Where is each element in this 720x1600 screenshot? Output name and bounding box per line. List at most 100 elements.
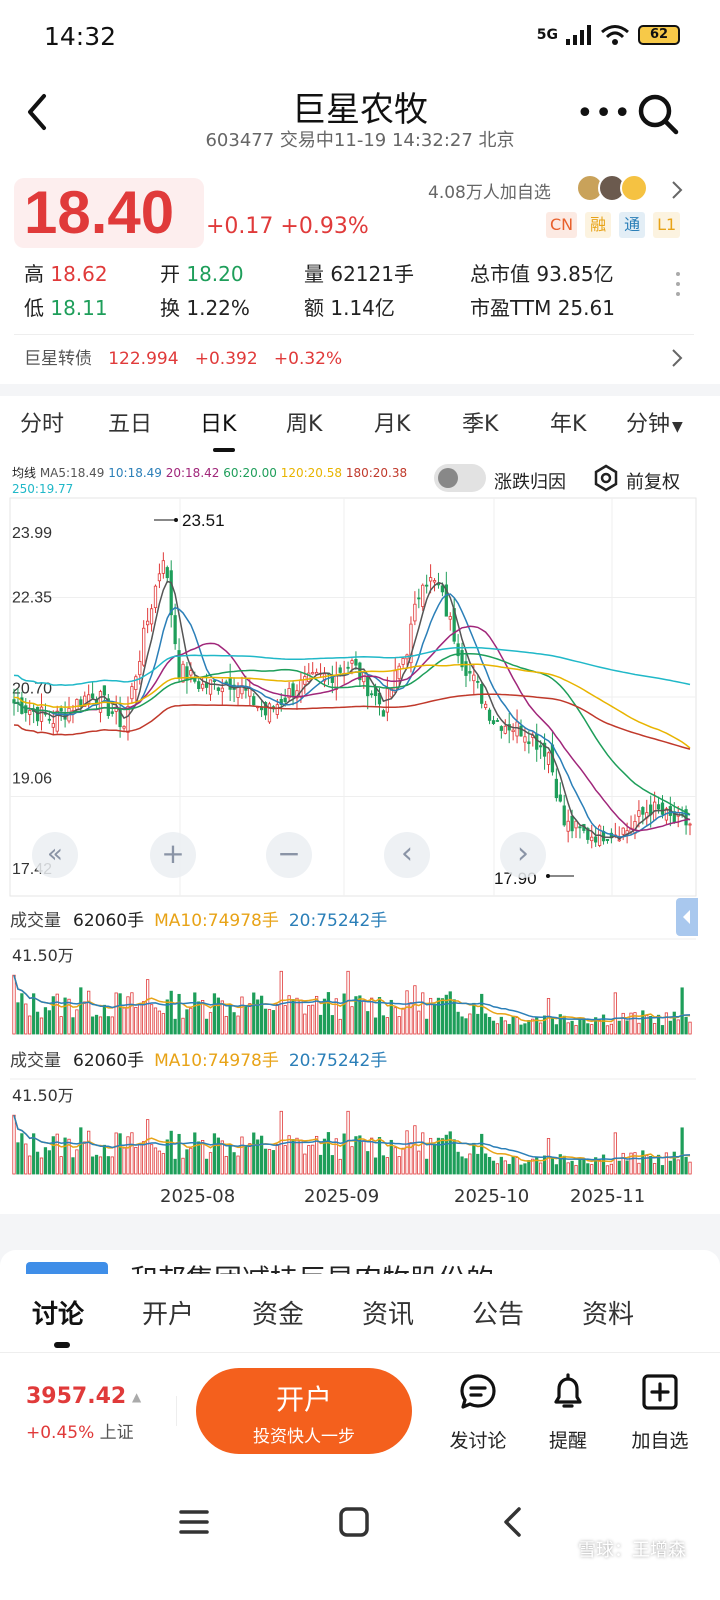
volume-bar — [468, 1153, 472, 1175]
volume-bar — [590, 1024, 594, 1035]
candle-body — [212, 680, 217, 682]
market-badge[interactable]: CN — [546, 212, 578, 238]
candle-body — [594, 836, 598, 843]
followers-count[interactable]: 4.08万人加自选 — [428, 178, 551, 203]
tab-news[interactable]: 资讯 — [362, 1294, 414, 1331]
volume-bar — [39, 1157, 44, 1175]
tab-announcements[interactable]: 公告 — [472, 1294, 524, 1331]
chevron-right-icon[interactable] — [670, 180, 684, 200]
tab-yearly-k[interactable]: 年K — [550, 406, 586, 438]
market-badges: CN 融通 L1 — [546, 212, 681, 238]
volume-bar — [130, 1132, 134, 1175]
open-account-sublabel: 投资快人一步 — [253, 1427, 355, 1447]
add-watch-icon — [642, 1374, 678, 1410]
bond-change: +0.392 — [194, 349, 258, 369]
zoom-out-button[interactable]: − — [266, 832, 312, 878]
volume-bar — [574, 1025, 578, 1035]
alert-button[interactable]: 提醒 — [528, 1372, 608, 1453]
volume-bar — [605, 1025, 610, 1035]
volume-chart — [10, 938, 696, 1035]
candle-body — [181, 663, 185, 683]
stat-value: 18.62 — [50, 262, 108, 286]
volume-bar — [507, 1023, 511, 1035]
follower-avatars[interactable] — [576, 174, 648, 202]
candle-body — [47, 718, 51, 721]
price-change: +0.17 +0.93% — [206, 214, 369, 239]
prev-button[interactable]: ‹ — [384, 832, 430, 878]
tab-daily-k[interactable]: 日K — [200, 406, 236, 438]
volume-bar — [495, 1163, 500, 1175]
volume-bar — [20, 993, 24, 1035]
post-discussion-button[interactable]: 发讨论 — [438, 1372, 518, 1453]
volume-bar — [55, 1133, 59, 1175]
side-expand-tab[interactable] — [676, 898, 698, 936]
volume-bar — [185, 1149, 189, 1175]
menu-icon[interactable] — [178, 1508, 210, 1536]
stats-expand-handle[interactable] — [676, 272, 682, 304]
rewind-button[interactable]: « — [32, 832, 78, 878]
tab-profile[interactable]: 资料 — [582, 1294, 634, 1331]
volume-bar — [16, 1142, 20, 1175]
more-button[interactable]: ••• — [576, 96, 632, 131]
index-change[interactable]: +0.45% 上证 — [26, 1418, 134, 1443]
home-icon[interactable] — [338, 1506, 370, 1538]
tab-weekly-k[interactable]: 周K — [286, 406, 322, 438]
volume-bar — [32, 1133, 36, 1175]
tab-monthly-k[interactable]: 月K — [374, 406, 410, 438]
volume-bar — [59, 1016, 63, 1035]
candle-body — [558, 794, 562, 802]
volume-bar — [456, 1151, 460, 1175]
attribution-toggle[interactable] — [434, 464, 486, 492]
volume-bar — [350, 1146, 354, 1175]
tab-minute[interactable]: 分钟 ▼ — [626, 406, 683, 438]
add-watchlist-button[interactable]: 加自选 — [620, 1372, 700, 1453]
candle-body — [157, 573, 162, 582]
adjust-mode-label[interactable]: 前复权 — [626, 468, 680, 494]
volume-bar — [421, 992, 425, 1035]
volume-bar — [574, 1165, 578, 1175]
open-account-button[interactable]: 开户 投资快人一步 — [196, 1368, 412, 1454]
volume-bar — [181, 1017, 185, 1035]
ma-legend-item: MA5:18.49 — [39, 466, 109, 480]
market-badge[interactable]: L1 — [653, 212, 681, 238]
volume-bar — [90, 1016, 95, 1035]
tab-five-day[interactable]: 五日 — [108, 406, 152, 438]
zoom-in-button[interactable]: + — [150, 832, 196, 878]
volume-bar — [75, 1009, 79, 1035]
ma-legend-item: 10:18.49 — [108, 466, 166, 480]
tab-funds[interactable]: 资金 — [252, 1294, 304, 1331]
volume-bar — [625, 1020, 629, 1035]
tab-intraday[interactable]: 分时 — [20, 406, 64, 438]
volume-bar — [149, 1004, 154, 1035]
candlestick-chart[interactable]: 23.9922.3520.7019.0617.4223.5117.90 — [0, 496, 720, 900]
volume-bar — [641, 1010, 645, 1035]
candle-body — [122, 725, 126, 729]
convertible-bond-row[interactable]: 巨星转债 122.994 +0.392 +0.32% — [24, 344, 342, 369]
tab-quarterly-k[interactable]: 季K — [462, 406, 498, 438]
candle-body — [440, 585, 445, 593]
back-nav-icon[interactable] — [500, 1506, 524, 1538]
volume-bar — [161, 1153, 165, 1175]
volume-bar — [90, 1156, 95, 1175]
candle-body — [338, 667, 342, 673]
divider — [176, 1396, 177, 1426]
active-tab-indicator — [213, 448, 235, 452]
market-badge[interactable]: 融 — [585, 212, 612, 238]
volume-bar — [181, 1157, 185, 1175]
volume-bar — [503, 1160, 507, 1175]
volume-bar — [664, 1012, 669, 1035]
tab-discussion[interactable]: 讨论 — [32, 1294, 84, 1331]
index-value[interactable]: 3957.42 — [26, 1384, 126, 1409]
adjust-settings-icon[interactable] — [592, 464, 620, 492]
volume-bar — [346, 970, 350, 1035]
volume-bar — [601, 1014, 606, 1035]
tab-open-account[interactable]: 开户 — [142, 1294, 194, 1331]
next-button[interactable]: › — [500, 832, 546, 878]
search-icon[interactable] — [636, 92, 680, 136]
market-badge[interactable]: 通 — [619, 212, 646, 238]
chevron-right-icon[interactable] — [670, 348, 684, 368]
volume-bar — [370, 997, 374, 1035]
volume-bar — [271, 1150, 276, 1175]
volume-bar — [621, 1012, 625, 1035]
volume-bar — [684, 1156, 688, 1175]
